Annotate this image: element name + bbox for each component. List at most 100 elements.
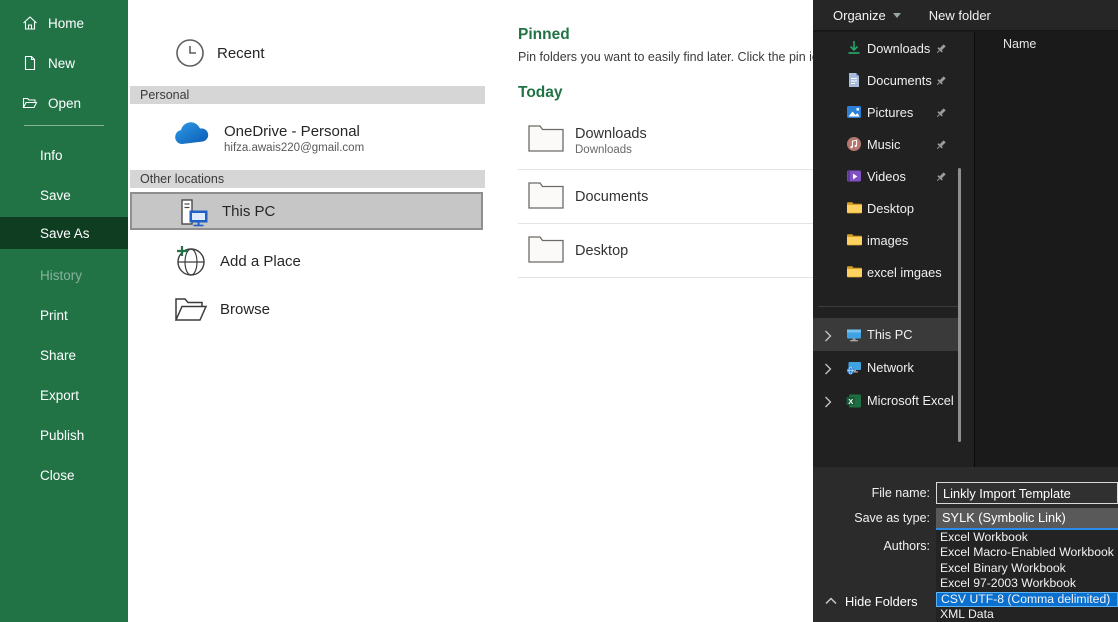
- sidebar-item-save-as[interactable]: Save As: [0, 217, 128, 249]
- nav-item-pictures[interactable]: Pictures: [813, 96, 959, 128]
- folder-outline-icon: [528, 124, 564, 157]
- type-option[interactable]: Excel Workbook: [936, 530, 1118, 545]
- file-name-input[interactable]: [936, 482, 1118, 504]
- this-pc-icon: [176, 198, 210, 228]
- music-icon: [846, 136, 862, 152]
- onedrive-email: hifza.awais220@gmail.com: [224, 142, 364, 154]
- authors-label: Authors:: [820, 539, 930, 553]
- nav-item-label: excel imgaes: [867, 265, 942, 280]
- chevron-right-icon[interactable]: [824, 395, 832, 407]
- sidebar-item-new[interactable]: New: [0, 48, 128, 78]
- sidebar-divider: [24, 125, 104, 126]
- type-option[interactable]: XML Data: [936, 607, 1118, 622]
- browse-item[interactable]: Browse: [130, 288, 483, 330]
- sidebar-item-label: Print: [40, 308, 68, 323]
- type-option[interactable]: Excel 97-2003 Workbook: [936, 576, 1118, 591]
- sidebar-item-label: Close: [40, 468, 75, 483]
- network-icon: [846, 360, 862, 376]
- this-pc-item[interactable]: This PC: [130, 192, 483, 230]
- type-option-highlighted[interactable]: CSV UTF-8 (Comma delimited): [936, 592, 1118, 607]
- sidebar-item-history: History: [0, 260, 128, 290]
- nav-item-videos[interactable]: Videos: [813, 160, 959, 192]
- sidebar-item-open[interactable]: Open: [0, 88, 128, 118]
- pin-icon[interactable]: [935, 138, 947, 150]
- sidebar-item-label: New: [48, 56, 75, 71]
- backstage-sidebar: Home New Open Info Save Save As History …: [0, 0, 128, 622]
- name-column-header[interactable]: Name: [1003, 37, 1036, 51]
- pictures-icon: [846, 104, 862, 120]
- today-heading: Today: [518, 84, 563, 102]
- nav-item-network[interactable]: Network: [813, 351, 959, 384]
- type-option[interactable]: Excel Binary Workbook: [936, 561, 1118, 576]
- recent-label: Recent: [217, 45, 265, 62]
- nav-item-images[interactable]: images: [813, 224, 959, 256]
- chevron-right-icon[interactable]: [824, 329, 832, 341]
- onedrive-text: OneDrive - Personal hifza.awais220@gmail…: [224, 116, 364, 160]
- new-folder-label: New folder: [929, 8, 991, 23]
- chevron-right-icon[interactable]: [824, 362, 832, 374]
- pin-icon[interactable]: [935, 42, 947, 54]
- onedrive-item[interactable]: OneDrive - Personal hifza.awais220@gmail…: [130, 110, 483, 164]
- nav-item-excel-imgaes[interactable]: excel imgaes: [813, 256, 959, 288]
- svg-text:X: X: [848, 396, 853, 405]
- nav-item-documents[interactable]: Documents: [813, 64, 959, 96]
- chevron-up-icon: [825, 592, 837, 610]
- sidebar-item-export[interactable]: Export: [0, 380, 128, 410]
- pin-icon[interactable]: [935, 170, 947, 182]
- nav-item-label: Microsoft Excel: [867, 393, 954, 408]
- new-folder-button[interactable]: New folder: [929, 8, 991, 23]
- nav-item-downloads[interactable]: Downloads: [813, 32, 959, 64]
- sidebar-item-label: Open: [48, 96, 81, 111]
- hide-folders-button[interactable]: Hide Folders: [825, 592, 918, 610]
- nav-scrollbar[interactable]: [958, 168, 961, 442]
- browse-folder-icon: [174, 295, 208, 323]
- downloads-icon: [846, 40, 862, 56]
- save-as-type-combobox[interactable]: SYLK (Symbolic Link): [936, 508, 1118, 528]
- sidebar-item-home[interactable]: Home: [0, 8, 128, 38]
- chevron-down-icon: [893, 13, 901, 18]
- excel-app-icon: X: [846, 393, 862, 409]
- videos-icon: [846, 168, 862, 184]
- pin-icon[interactable]: [935, 74, 947, 86]
- folder-outline-icon: [528, 181, 564, 214]
- nav-item-label: This PC: [867, 327, 913, 342]
- nav-item-music[interactable]: Music: [813, 128, 959, 160]
- open-folder-icon: [22, 95, 38, 111]
- organize-button[interactable]: Organize: [833, 8, 901, 23]
- save-as-places-panel: Recent Personal OneDrive - Personal hifz…: [128, 0, 485, 622]
- sidebar-item-publish[interactable]: Publish: [0, 420, 128, 450]
- dialog-file-list: Name: [975, 32, 1118, 467]
- personal-section-header: Personal: [130, 86, 485, 104]
- folder-icon: [846, 232, 862, 248]
- nav-item-label: images: [867, 233, 908, 248]
- sidebar-item-share[interactable]: Share: [0, 340, 128, 370]
- clock-icon: [175, 38, 205, 68]
- recent-item[interactable]: Recent: [130, 30, 483, 76]
- pinned-folder-downloads[interactable]: Downloads Downloads: [518, 112, 813, 170]
- pinned-folder-text: Downloads Downloads: [575, 126, 647, 156]
- nav-item-label: Music: [867, 137, 900, 152]
- pinned-heading: Pinned: [518, 26, 570, 44]
- add-a-place-item[interactable]: Add a Place: [130, 240, 483, 282]
- pinned-folder-documents[interactable]: Documents: [518, 171, 813, 224]
- sidebar-item-save[interactable]: Save: [0, 180, 128, 210]
- folder-outline-icon: [528, 235, 564, 268]
- sidebar-item-print[interactable]: Print: [0, 300, 128, 330]
- sidebar-item-close[interactable]: Close: [0, 460, 128, 490]
- nav-item-this-pc[interactable]: This PC: [813, 318, 959, 351]
- file-name-label: File name:: [820, 486, 930, 500]
- save-as-type-label: Save as type:: [820, 511, 930, 525]
- browse-label: Browse: [220, 301, 270, 318]
- organize-label: Organize: [833, 8, 886, 23]
- nav-item-microsoft-excel[interactable]: X Microsoft Excel: [813, 384, 959, 417]
- onedrive-cloud-icon: [172, 122, 210, 148]
- add-place-globe-icon: [174, 245, 206, 277]
- sidebar-item-info[interactable]: Info: [0, 140, 128, 170]
- pin-icon[interactable]: [935, 106, 947, 118]
- nav-item-desktop[interactable]: Desktop: [813, 192, 959, 224]
- pinned-folder-text: Desktop: [575, 243, 628, 259]
- nav-item-label: Pictures: [867, 105, 913, 120]
- new-document-icon: [22, 55, 38, 71]
- type-option[interactable]: Excel Macro-Enabled Workbook: [936, 545, 1118, 560]
- pinned-folder-desktop[interactable]: Desktop: [518, 225, 813, 278]
